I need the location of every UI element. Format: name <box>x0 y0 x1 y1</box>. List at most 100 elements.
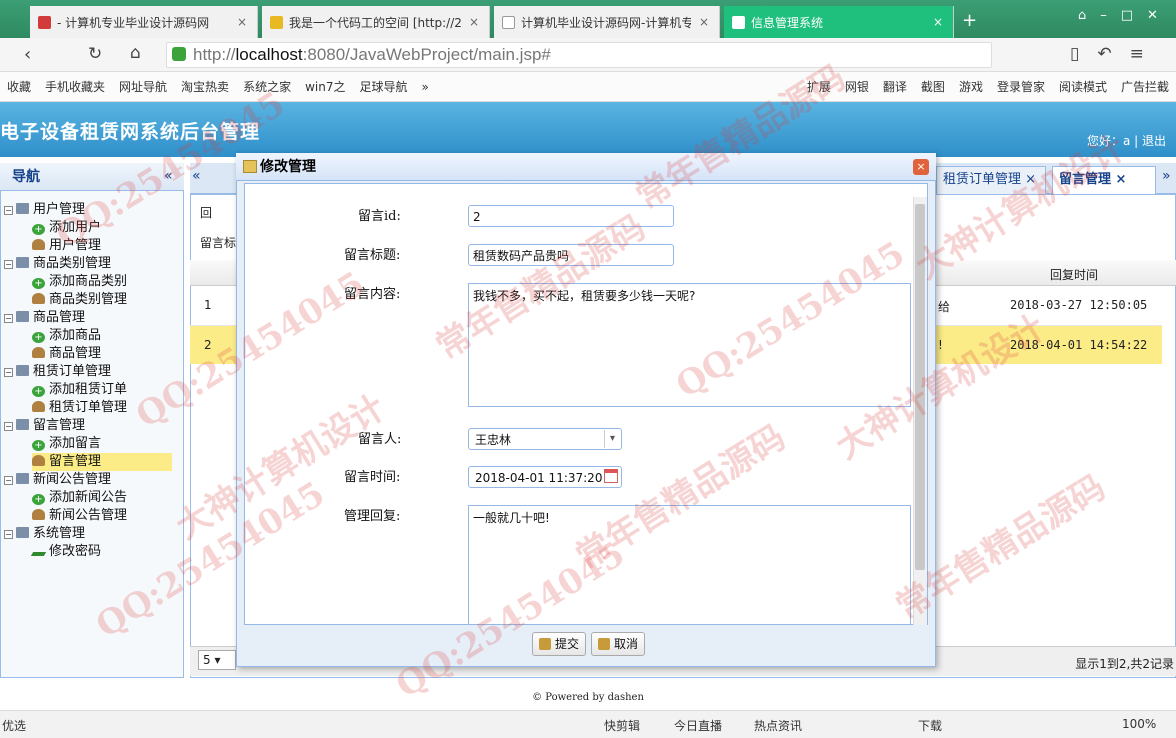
nav-item[interactable]: + 添加用户 <box>32 219 101 237</box>
bookmark[interactable]: 收藏 <box>7 78 31 95</box>
nav-item[interactable]: 商品类别管理 <box>32 291 127 309</box>
nav-group[interactable]: − 商品管理 <box>4 309 85 327</box>
title-field[interactable]: 租赁数码产品贵吗 <box>468 244 674 266</box>
nav-item[interactable]: + 添加商品 <box>32 327 101 345</box>
nav-item-label: 商品管理 <box>49 346 102 361</box>
status-item[interactable]: 下载 <box>918 717 942 734</box>
tab-rental-orders[interactable]: 租赁订单管理 × <box>936 166 1046 194</box>
author-select[interactable]: 王忠林 <box>468 428 622 450</box>
reply-textarea[interactable]: 一般就几十吧! <box>468 505 911 625</box>
ext-menu[interactable]: 游戏 <box>959 78 983 95</box>
page-icon <box>502 15 515 29</box>
nav-item[interactable]: 留言管理 <box>32 453 172 471</box>
nav-item[interactable]: + 添加留言 <box>32 435 101 453</box>
dialog-close-button[interactable]: × <box>913 159 929 175</box>
close-tab-icon[interactable]: × <box>235 15 249 29</box>
new-tab-button[interactable]: + <box>962 10 977 31</box>
expand-icon[interactable]: − <box>4 260 13 269</box>
status-item[interactable]: 快剪辑 <box>604 717 640 734</box>
tab-scroll-left-icon[interactable]: « <box>192 168 201 184</box>
expand-icon[interactable]: − <box>4 422 13 431</box>
back-icon[interactable]: ‹ <box>24 44 31 65</box>
bookmark[interactable]: 网址导航 <box>119 78 167 95</box>
expand-icon[interactable]: − <box>4 206 13 215</box>
footer-text: © Powered by dashen <box>532 692 644 703</box>
reload-icon[interactable]: ↻ <box>88 44 102 64</box>
ext-menu[interactable]: 登录管家 <box>997 78 1045 95</box>
toolbar-icons-right[interactable]: ▯↶≡ <box>1070 44 1162 64</box>
bookmark[interactable]: win7之 <box>305 78 345 95</box>
nav-group[interactable]: − 租赁订单管理 <box>4 363 111 381</box>
nav-item[interactable]: 租赁订单管理 <box>32 399 127 417</box>
tab-scroll-right-icon[interactable]: » <box>1162 168 1171 184</box>
browser-tab[interactable]: - 计算机专业毕业设计源码网 × <box>30 6 258 38</box>
expand-icon[interactable]: − <box>4 368 13 377</box>
add-icon: + <box>32 278 45 289</box>
browser-tab-active[interactable]: 信息管理系统 × <box>724 6 954 38</box>
ext-menu[interactable]: 翻译 <box>883 78 907 95</box>
add-icon: + <box>32 386 45 397</box>
cancel-button[interactable]: 取消 <box>591 632 646 656</box>
close-tab-icon[interactable]: × <box>697 15 711 29</box>
ext-menu[interactable]: 广告拦截 <box>1121 78 1169 95</box>
nav-item[interactable]: 新闻公告管理 <box>32 507 127 525</box>
nav-group-label: 租赁订单管理 <box>33 364 112 379</box>
column-header-reply-time[interactable]: 回复时间 <box>1050 266 1098 283</box>
page-size-select[interactable]: 5 ▾ <box>198 650 236 670</box>
nav-item[interactable]: + 添加商品类别 <box>32 273 127 291</box>
edit-icon <box>243 160 257 173</box>
ext-menu[interactable]: 阅读模式 <box>1059 78 1107 95</box>
nav-item[interactable]: + 添加租赁订单 <box>32 381 127 399</box>
close-tab-icon[interactable]: × <box>467 15 481 29</box>
calendar-icon[interactable] <box>604 469 618 483</box>
id-field[interactable]: 2 <box>468 205 674 227</box>
status-item[interactable]: 热点资讯 <box>754 717 802 734</box>
close-tab-icon[interactable]: × <box>931 15 945 29</box>
bookmark[interactable]: 系统之家 <box>243 78 291 95</box>
content-textarea[interactable]: 我钱不多，买不起，租赁要多少钱一天呢? <box>468 283 911 407</box>
bookmark[interactable]: 手机收藏夹 <box>45 78 105 95</box>
nav-group-label: 新闻公告管理 <box>33 472 112 487</box>
bookmark[interactable]: 足球导航 <box>359 78 407 95</box>
ext-menu[interactable]: 截图 <box>921 78 945 95</box>
url-input[interactable]: http://localhost:8080/JavaWebProject/mai… <box>166 42 992 68</box>
nav-item[interactable]: + 添加新闻公告 <box>32 489 127 507</box>
nav-item[interactable]: 用户管理 <box>32 237 101 255</box>
ext-menu[interactable]: 网银 <box>845 78 869 95</box>
expand-icon[interactable]: − <box>4 314 13 323</box>
browser-tab[interactable]: 计算机毕业设计源码网-计算机专 × <box>494 6 720 38</box>
home-icon[interactable]: ⌂ <box>130 43 141 63</box>
add-icon: + <box>32 332 45 343</box>
nav-group[interactable]: − 商品类别管理 <box>4 255 111 273</box>
ext-menu[interactable]: 扩展 <box>807 78 831 95</box>
chevron-down-icon[interactable]: ▾ <box>604 430 620 448</box>
zoom-level[interactable]: 100% <box>1122 717 1156 731</box>
browser-tab[interactable]: 我是一个代码工的空间 [http://2 × <box>262 6 490 38</box>
nav-item[interactable]: 商品管理 <box>32 345 101 363</box>
nav-group[interactable]: − 用户管理 <box>4 201 85 219</box>
status-item[interactable]: 今日直播 <box>674 717 722 734</box>
nav-group[interactable]: − 系统管理 <box>4 525 85 543</box>
person-icon <box>32 455 45 466</box>
nav-group-label: 商品管理 <box>33 310 86 325</box>
expand-icon[interactable]: − <box>4 476 13 485</box>
scrollbar-thumb[interactable] <box>915 204 925 570</box>
bookmarks-bar: 收藏 手机收藏夹 网址导航 淘宝热卖 系统之家 win7之 足球导航 » 扩展 … <box>0 72 1176 102</box>
collapse-nav-icon[interactable]: « <box>164 168 173 184</box>
edit-toolbar-button[interactable]: 回 <box>200 204 212 221</box>
status-left[interactable]: 优选 <box>2 717 26 734</box>
window-controls[interactable]: ⌂–□✕ <box>1078 8 1172 23</box>
bookmark-overflow[interactable]: » <box>421 80 428 94</box>
nav-item-label: 添加商品类别 <box>49 274 128 289</box>
row-number: 1 <box>204 298 212 312</box>
logout-link[interactable]: 退出 <box>1142 134 1166 148</box>
nav-item[interactable]: 修改密码 <box>30 543 101 561</box>
nav-group[interactable]: − 新闻公告管理 <box>4 471 111 489</box>
expand-icon[interactable]: − <box>4 530 13 539</box>
nav-group[interactable]: − 留言管理 <box>4 417 85 435</box>
bookmark[interactable]: 淘宝热卖 <box>181 78 229 95</box>
datetime-field[interactable]: 2018-04-01 11:37:20 <box>468 466 622 488</box>
nav-group-label: 用户管理 <box>33 202 86 217</box>
tab-messages[interactable]: 留言管理 × <box>1052 166 1156 194</box>
submit-button[interactable]: 提交 <box>532 632 587 656</box>
